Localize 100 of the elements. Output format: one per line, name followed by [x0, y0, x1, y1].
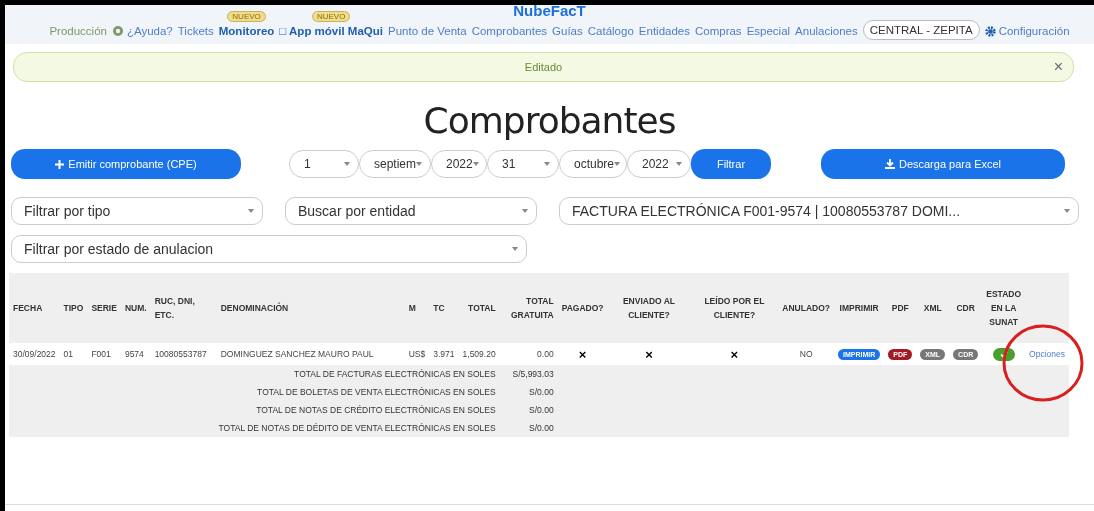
select-value: 31 — [502, 157, 516, 171]
nav-link[interactable]: Catálogo — [587, 22, 634, 40]
table-cell: 30/09/2022 — [13, 349, 56, 359]
column-header: TOTAL GRATUITA — [511, 296, 554, 320]
logo: NubeFacT — [513, 5, 586, 17]
help-link[interactable]: ¿Ayuda? — [111, 22, 173, 40]
caret-icon — [472, 162, 479, 166]
total-value: S/0.00 — [529, 423, 554, 433]
date-select[interactable]: 31 — [487, 150, 559, 178]
new-badge: NUEVO — [311, 11, 351, 22]
select-value: Buscar por entidad — [298, 203, 416, 219]
check-icon — [999, 350, 1008, 358]
date-select[interactable]: 2022 — [431, 150, 487, 178]
column-header: CDR — [956, 303, 975, 313]
table-cell: NO — [799, 349, 813, 359]
caret-icon — [676, 162, 682, 166]
date-select[interactable]: 1 — [289, 150, 359, 178]
date-select[interactable]: septiem — [359, 150, 431, 178]
column-header: DENOMINACIÓN — [220, 303, 289, 313]
settings-link[interactable]: Configuración — [984, 22, 1070, 40]
column-header: PAGADO? — [561, 303, 604, 313]
lifebuoy-icon — [111, 25, 124, 37]
nav-link[interactable]: Especial — [746, 22, 791, 40]
cross-mark: × — [578, 346, 587, 362]
table-cell: 9574 — [124, 349, 144, 359]
caret-icon — [614, 162, 621, 166]
column-header: ANULADO? — [782, 303, 831, 313]
select-value: 2022 — [642, 157, 669, 171]
total-value: S/0.00 — [529, 405, 554, 415]
total-label: TOTAL DE FACTURAS ELECTRÓNICAS EN SOLES — [294, 369, 496, 379]
branch-selector[interactable]: CENTRAL - ZEPITA — [862, 20, 980, 40]
nav-link[interactable]: Producción — [49, 22, 107, 40]
date-select[interactable]: octubre — [559, 150, 627, 178]
table-cell: 1,509.20 — [462, 349, 496, 359]
settings-icon — [984, 25, 996, 37]
total-value: S/5,993.03 — [512, 369, 554, 379]
column-header: FECHA — [13, 303, 43, 313]
column-header: IMPRIMIR — [839, 303, 879, 313]
caret-icon — [1064, 209, 1070, 213]
filter-select[interactable]: Filtrar por estado de anulacion — [11, 235, 527, 263]
nav-link[interactable]: Comprobantes — [471, 22, 548, 40]
column-header: PDF — [891, 303, 909, 313]
table-cell: F001 — [91, 349, 111, 359]
filter-button[interactable]: Filtrar — [691, 149, 771, 179]
cross-mark: × — [645, 346, 653, 362]
total-label: TOTAL DE NOTAS DE DÉDITO DE VENTA ELECTRÓNICAS EN SOLES — [218, 423, 496, 433]
nav-link[interactable]: Tickets — [177, 22, 214, 40]
total-value: S/0.00 — [529, 387, 554, 397]
download-icon — [884, 159, 895, 169]
date-select[interactable]: 2022 — [627, 150, 691, 178]
table-cell: 01 — [63, 349, 73, 359]
column-header: TIPO — [63, 303, 84, 313]
close-button[interactable]: × — [1053, 58, 1063, 76]
new-badge: NUEVO — [227, 11, 266, 22]
filter-select[interactable]: Filtrar por tipo — [11, 197, 263, 225]
nav-link[interactable]: □ App móvil MaQui — [279, 22, 383, 40]
nav-link[interactable]: Entidades — [638, 22, 690, 40]
nav-link[interactable]: Compras — [694, 22, 742, 40]
nav-link[interactable]: Anulaciones — [795, 22, 858, 40]
column-header: TOTAL — [468, 303, 496, 313]
select-value: Filtrar por estado de anulacion — [24, 241, 214, 257]
caret-icon — [344, 162, 350, 166]
options-link[interactable]: Opciones — [1029, 349, 1065, 359]
excel-button[interactable]: Descarga para Excel — [821, 149, 1065, 179]
select-value: Filtrar por tipo — [24, 203, 111, 219]
select-value: 2022 — [446, 157, 473, 171]
nav-link[interactable]: Monitoreo — [218, 22, 275, 40]
caret-icon — [248, 209, 254, 213]
plus-icon — [55, 159, 65, 169]
column-header: ENVIADO AL CLIENTE? — [622, 296, 676, 320]
column-header: LEÍDO POR EL CLIENTE? — [704, 296, 765, 320]
select-value: 1 — [304, 157, 311, 171]
alert-text: Editado — [524, 61, 563, 73]
column-header: ESTADO EN LA SUNAT — [986, 289, 1022, 327]
cross-mark: × — [730, 346, 739, 362]
nav-link[interactable]: Punto de Venta — [388, 22, 467, 40]
nav-link[interactable]: Guías — [552, 22, 583, 40]
caret-icon — [416, 162, 423, 166]
table-cell: 10080553787 — [154, 349, 207, 359]
select-value: septiem — [374, 157, 417, 171]
table-cell: 3.971 — [433, 349, 455, 359]
caret-icon — [544, 162, 550, 166]
table-cell: 0.00 — [537, 349, 554, 359]
select-value: FACTURA ELECTRÓNICA F001-9574 | 10080553787 DOMI... — [572, 203, 961, 219]
column-header: XML — [923, 303, 942, 313]
table-cell: US$ — [408, 349, 426, 359]
total-label: TOTAL DE NOTAS DE CRÉDITO ELECTRÓNICAS EN SOLES — [256, 405, 496, 415]
total-label: TOTAL DE BOLETAS DE VENTA ELECTRÓNICAS EN SOLES — [257, 387, 496, 397]
column-header: M — [408, 303, 416, 313]
table-cell: DOMINGUEZ SANCHEZ MAURO PAUL — [220, 349, 374, 359]
filter-select[interactable]: FACTURA ELECTRÓNICA F001-9574 | 10080553787 DOMI... — [559, 197, 1079, 225]
column-header: RUC, DNI, ETC. — [154, 296, 195, 320]
page-title: Comprobantes — [422, 100, 677, 141]
column-header: SERIE — [91, 303, 117, 313]
select-value: octubre — [574, 157, 615, 171]
caret-icon — [512, 247, 518, 251]
emit-button[interactable]: Emitir comprobante (CPE) — [11, 149, 241, 179]
caret-icon — [522, 209, 528, 213]
filter-select[interactable]: Buscar por entidad — [285, 197, 537, 225]
column-header: TC — [433, 303, 445, 313]
